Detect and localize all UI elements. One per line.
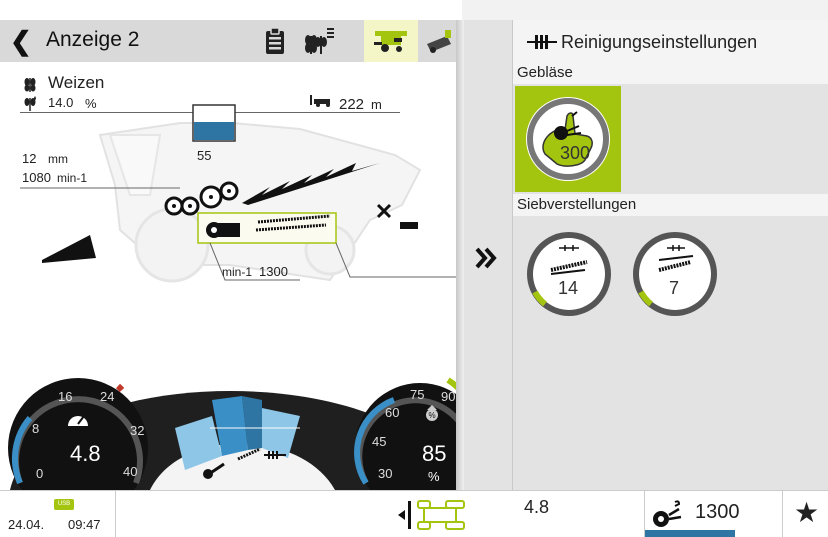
speedometer-icon (66, 410, 90, 433)
lower-sieve-value: 7 (669, 278, 680, 298)
speed-tick: 24 (100, 389, 115, 404)
panel-divider (456, 20, 464, 490)
tank-level: 55 (197, 148, 212, 163)
section-sieves: Siebverstellungen (513, 194, 828, 216)
right-panel-header: Reinigungseinstellungen (513, 20, 828, 63)
drum-speed-unit: min-1 (57, 171, 88, 185)
speed-tick: 32 (130, 423, 145, 438)
status-fan-speed: 1300 (695, 501, 740, 523)
load-tick: 60 (385, 405, 400, 420)
status-bar: USB 24.04. 09:47 4.8 1300 ★ (0, 490, 828, 537)
load-value: 85 (422, 441, 447, 466)
favorite-star-icon[interactable]: ★ (794, 499, 819, 527)
fan-speed-unit: min-1 (222, 265, 253, 279)
speed-tick: 8 (32, 421, 40, 436)
load-tick: 90 (441, 389, 456, 404)
upper-sieve-button[interactable]: 14 (521, 226, 617, 322)
expand-chevron-icon[interactable] (474, 246, 498, 275)
load-tick: 45 (372, 434, 387, 449)
tool-icon (427, 30, 451, 53)
fan-value: 300 (560, 143, 591, 163)
load-unit: % (428, 469, 440, 484)
status-time: 09:47 (68, 517, 101, 532)
speed-tick: 16 (58, 389, 73, 404)
load-tick: 30 (378, 466, 393, 481)
tab-tool[interactable] (418, 20, 460, 62)
lower-sieve-dial (633, 232, 717, 316)
steering-icon[interactable] (398, 499, 468, 536)
speed-tick: 0 (36, 466, 44, 481)
load-tick: 75 (410, 387, 425, 402)
clipboard-icon (266, 27, 284, 54)
divider (115, 491, 116, 537)
usb-label: USB (57, 501, 71, 507)
speed-tick: 40 (123, 464, 138, 479)
tab-combine[interactable] (364, 20, 418, 62)
divider (782, 491, 783, 537)
load-icon: % (424, 404, 440, 427)
upper-sieve-value: 14 (558, 278, 579, 298)
crop-settings-icon (305, 28, 334, 54)
back-icon[interactable]: ❮ (10, 26, 32, 57)
section-fan: Gebläse (513, 62, 828, 84)
svg-text:%: % (429, 411, 436, 420)
tab-crop-settings[interactable] (298, 20, 340, 62)
upper-sieve-dial (527, 232, 611, 316)
fan-dial (526, 97, 610, 181)
fan-speed-icon (651, 499, 685, 534)
status-speed: 4.8 (524, 497, 550, 517)
right-panel-title: Reinigungseinstellungen (561, 32, 758, 52)
fan-speed-value: 1300 (259, 264, 288, 279)
combine-icon (374, 31, 407, 52)
fan-icon (202, 460, 226, 487)
page-title: Anzeige 2 (46, 28, 140, 51)
status-date: 24.04. (8, 517, 45, 532)
screen-header: ❮ Anzeige 2 (0, 20, 462, 62)
tab-clipboard[interactable] (254, 20, 296, 62)
crop-icon (22, 76, 38, 97)
left-panel: ❮ Anzeige 2 Weizen 14.0 % 222 m 55 12 mm… (0, 0, 462, 490)
drum-speed-value: 1080 (22, 170, 51, 185)
crop-name: Weizen (48, 73, 105, 92)
fan-setting-button[interactable]: 300 (515, 86, 621, 192)
gap-unit: mm (48, 152, 68, 166)
sieve-icon (236, 447, 288, 466)
lower-sieve-button[interactable]: 7 (627, 226, 723, 322)
cleaning-icon (527, 34, 557, 55)
usb-icon: USB (54, 499, 74, 510)
speed-value: 4.8 (70, 441, 101, 466)
right-panel: Reinigungseinstellungen Gebläse 300 Sieb… (512, 20, 828, 490)
combine-schematic (20, 104, 462, 283)
gap-value: 12 (22, 151, 37, 166)
fan-speed-tile[interactable]: 1300 (644, 491, 783, 537)
